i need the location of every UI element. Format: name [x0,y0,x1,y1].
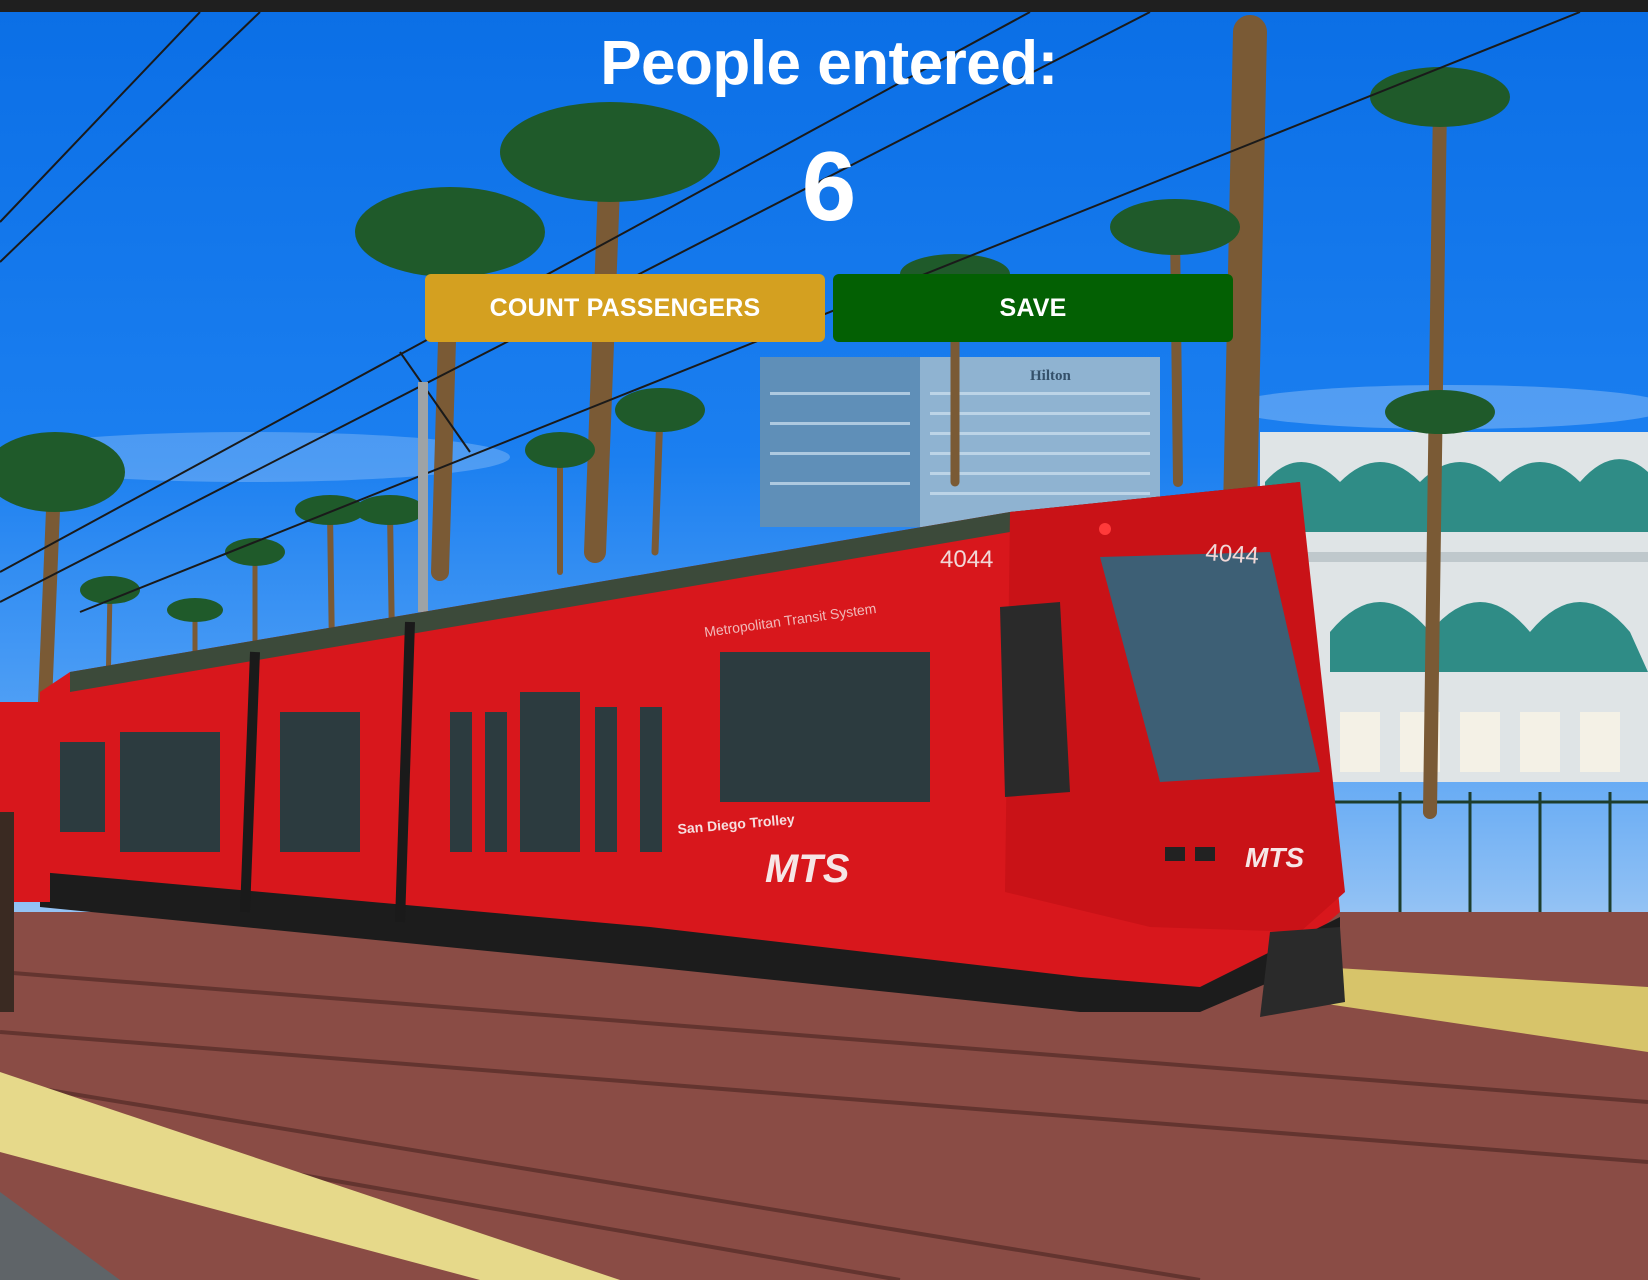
count-passengers-button[interactable]: COUNT PASSENGERS [425,274,825,342]
tram-logo-front: MTS [1245,842,1304,873]
person-silhouette [0,812,14,1012]
hotel-building: Hilton [760,357,1160,527]
hotel-sign: Hilton [1030,368,1071,384]
tram-number-side: 4044 [940,546,993,573]
window-top-bar [0,0,1648,12]
people-entered-count: 6 [801,131,857,241]
save-button[interactable]: SAVE [833,274,1233,342]
tram-logo-side: MTS [765,847,850,891]
tram-number-front: 4044 [1205,539,1260,570]
people-entered-label: People entered: [600,29,1058,98]
